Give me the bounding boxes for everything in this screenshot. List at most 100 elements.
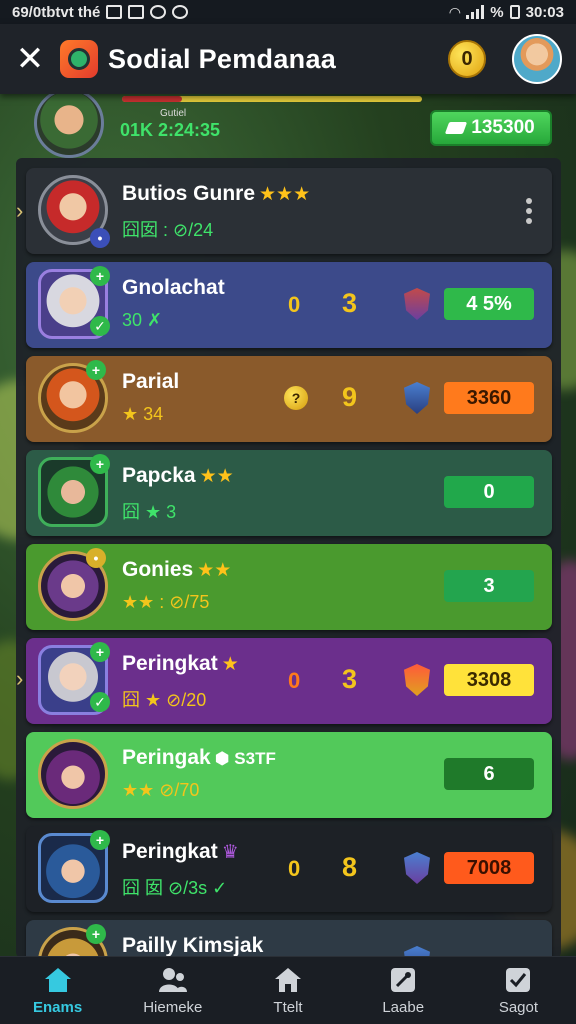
list-item[interactable]: + ✓ Peringkat ★ 囧 ★ ⊘/20 0 3 3308: [26, 638, 552, 724]
nav-label: Sagot: [498, 999, 539, 1016]
nav-item-friends[interactable]: Hiemeke: [115, 957, 230, 1024]
leaderboard-panel[interactable]: • Butios Gunre ★★★ 囧囡 : ⊘/24 + ✓ Gnolacha…: [16, 158, 561, 958]
page-title: Sodial Pemdanaa: [108, 43, 337, 74]
player-stats: ★ 34: [122, 404, 164, 424]
player-stats: ★★ ⊘/70: [122, 780, 200, 800]
coin-button[interactable]: 0: [448, 40, 486, 78]
score-pill[interactable]: 4 5%: [444, 288, 534, 320]
nav-item-house[interactable]: Ttelt: [230, 957, 345, 1024]
score-pill[interactable]: 3: [444, 570, 534, 602]
star-rating: ★★★: [259, 184, 311, 205]
player-name: Gonies ★★: [122, 558, 232, 581]
close-icon: ✕: [15, 40, 45, 78]
notification-icon: [106, 5, 123, 19]
plus-icon: +: [90, 266, 110, 286]
battery-icon: [509, 5, 520, 19]
star-rating: ★★: [199, 466, 234, 487]
app-logo: [60, 40, 98, 78]
list-item[interactable]: • Gonies ★★ ★★ : ⊘/75 3: [26, 544, 552, 630]
more-options-icon[interactable]: [526, 198, 532, 224]
battery-percent: %: [490, 3, 504, 21]
house-icon: [272, 965, 304, 995]
profile-avatar[interactable]: [512, 34, 562, 84]
chevron-left-icon: ›: [16, 198, 24, 223]
score-pill[interactable]: 7008: [444, 852, 534, 884]
location-icon: [172, 5, 189, 19]
nav-label: Ttelt: [273, 999, 303, 1016]
shield-icon: [404, 288, 430, 320]
check-icon: ✓: [90, 692, 110, 712]
shield-icon: [404, 382, 430, 414]
badge-text: ⬢ S3TF: [214, 749, 276, 768]
coin-icon: ?: [284, 386, 308, 410]
check-icon: [502, 965, 534, 995]
nav-item-home[interactable]: Enams: [0, 957, 115, 1024]
status-time: 30:03: [525, 3, 564, 21]
list-item[interactable]: + ✓ Gnolachat 30 ✗ 0 3 4 5%: [26, 262, 552, 348]
list-item[interactable]: + Papcka ★★ 囧 ★ 3 0: [26, 450, 552, 536]
score-pill[interactable]: 3360: [444, 382, 534, 414]
player-stats: 30 ✗: [122, 310, 163, 330]
player-stats: 囧 ★ 3: [122, 502, 177, 522]
rank-value: 9: [342, 382, 358, 412]
list-item[interactable]: • Butios Gunre ★★★ 囧囡 : ⊘/24: [26, 168, 552, 254]
list-item[interactable]: Peringak ⬢ S3TF ★★ ⊘/70 6: [26, 732, 552, 818]
player-name: Gnolachat: [122, 276, 225, 299]
nav-label: Enams: [33, 999, 83, 1016]
player-name: Parial: [122, 370, 180, 393]
gem-icon: [445, 122, 468, 134]
nav-label: Laabe: [382, 999, 425, 1016]
friends-icon: [157, 965, 189, 995]
bottom-nav: Enams Hiemeke Ttelt Laabe Sagot: [0, 956, 576, 1024]
plus-icon: +: [90, 642, 110, 662]
stat-value: 0: [288, 292, 301, 317]
wifi-icon: ◠: [449, 3, 461, 20]
player-stats: 囧 ★ ⊘/20: [122, 690, 207, 710]
score-pill[interactable]: 0: [444, 476, 534, 508]
player-stats: 囧 囡 ⊘/3s ✓: [122, 878, 228, 898]
check-icon: ✓: [90, 316, 110, 336]
shield-icon: [404, 852, 430, 884]
nav-item-tools[interactable]: Laabe: [346, 957, 461, 1024]
status-carrier-text: 69/0tbtvt thé: [12, 3, 101, 21]
plus-icon: +: [86, 924, 106, 944]
player-name: Butios Gunre ★★★: [122, 182, 311, 205]
rank-badge-icon: •: [90, 228, 110, 248]
list-item[interactable]: + Peringkat ♛ 囧 囡 ⊘/3s ✓ 0 8 7008: [26, 826, 552, 912]
status-bar: 69/0tbtvt thé ◠ % 30:03: [0, 0, 576, 24]
player-name: Peringkat ★: [122, 652, 239, 675]
gem-balance-button[interactable]: 135300: [430, 110, 552, 146]
event-timer: 01K 2:24:35: [120, 120, 221, 140]
stat-value: 0: [288, 668, 301, 693]
clock-icon: [150, 5, 167, 19]
plus-icon: +: [90, 454, 110, 474]
player-name: Pailly Kimsjak: [122, 934, 264, 957]
player-stats: ★★ : ⊘/75: [122, 592, 210, 612]
list-item[interactable]: + Pailly Kimsjak: [26, 920, 552, 958]
nav-label: Hiemeke: [143, 999, 203, 1016]
player-name: Papcka ★★: [122, 464, 234, 487]
coin-icon: •: [86, 548, 106, 568]
signal-icon: [466, 5, 485, 19]
shield-icon: [404, 664, 430, 696]
close-button[interactable]: ✕: [0, 24, 60, 94]
plus-icon: +: [86, 360, 106, 380]
player-stats: 囧囡 : ⊘/24: [122, 220, 214, 240]
rank-value: 3: [342, 664, 358, 694]
app-header: ✕ Sodial Pemdanaa 0: [0, 24, 576, 94]
event-progress-bar: [122, 96, 422, 102]
chevron-right-icon: ›: [16, 666, 24, 691]
tools-icon: [387, 965, 419, 995]
nav-item-check[interactable]: Sagot: [461, 957, 576, 1024]
stat-value: 0: [288, 856, 301, 881]
list-item[interactable]: + Parial ★ 34 ? 9 3360: [26, 356, 552, 442]
star-rating: ★: [221, 654, 239, 675]
plus-icon: +: [90, 830, 110, 850]
score-pill[interactable]: 6: [444, 758, 534, 790]
score-pill[interactable]: 3308: [444, 664, 534, 696]
crown-icon: ♛: [221, 842, 239, 863]
player-avatar: [38, 739, 108, 809]
player-name: Peringkat ♛: [122, 840, 239, 863]
image-icon: [128, 5, 145, 19]
player-name: Peringak ⬢ S3TF: [122, 746, 276, 769]
